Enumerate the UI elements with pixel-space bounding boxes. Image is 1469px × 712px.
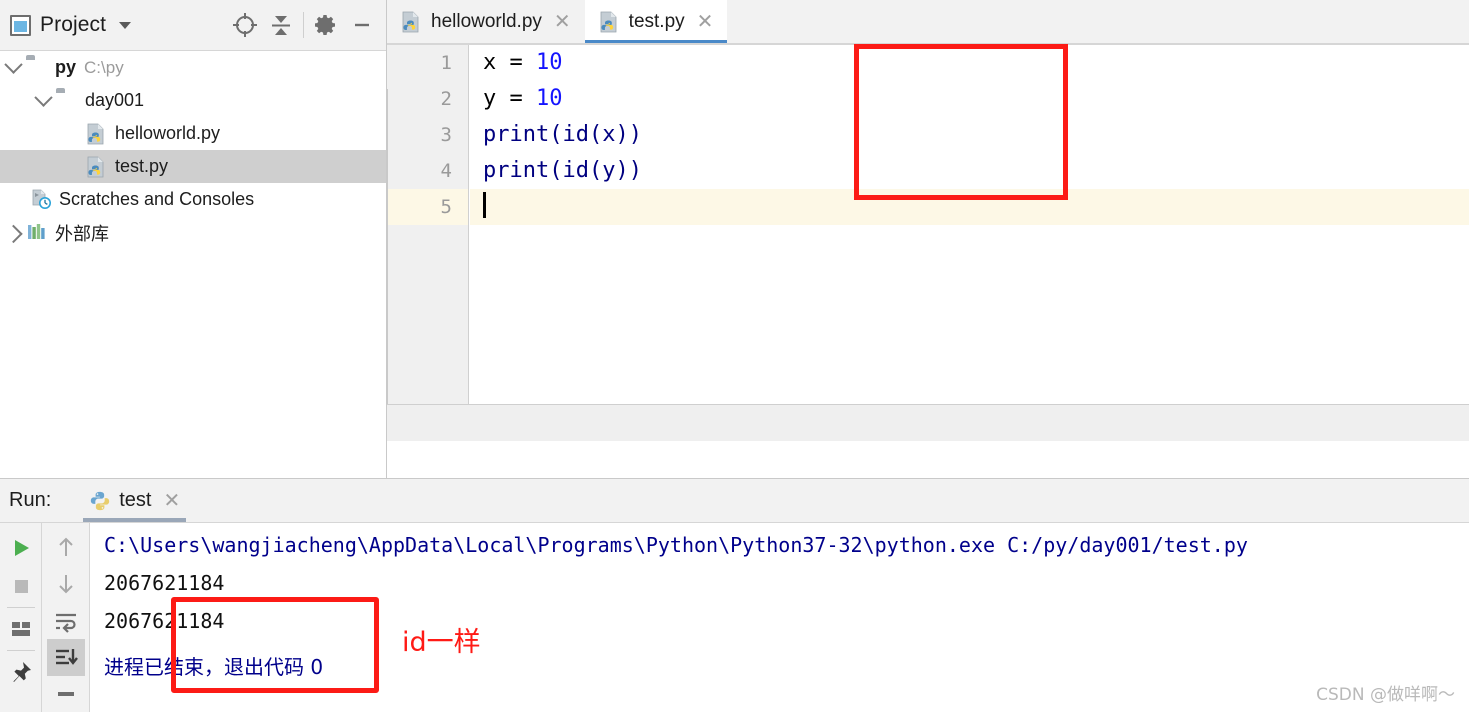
expand-toggle-day001[interactable] (30, 84, 56, 117)
code-function-call: print(id(x)) (483, 122, 642, 147)
line-number-current: 5 (387, 189, 468, 225)
close-icon[interactable]: ✕ (697, 12, 714, 32)
layout-button[interactable] (2, 610, 40, 648)
project-toolbar (227, 0, 380, 50)
code-function-call: print(id(y)) (483, 158, 642, 183)
project-panel: Project py C:\py day001 helloworld.py te… (0, 0, 387, 478)
pin-tab-button[interactable] (2, 653, 40, 691)
expand-toggle-py[interactable] (0, 51, 26, 84)
tree-item-scratches-and-consoles[interactable]: Scratches and Consoles (0, 183, 386, 216)
line-number: 1 (440, 52, 452, 74)
chevron-down-icon[interactable] (119, 21, 132, 29)
run-tab-test[interactable]: test ✕ (79, 479, 190, 522)
annotation-note-id-same: id一样 (402, 627, 481, 658)
console-output-line: 2067621184 (104, 609, 225, 633)
python-file-icon (86, 156, 108, 178)
code-lines[interactable]: x = 10 y = 10 print(id(x)) print(id(y)) (470, 45, 1469, 441)
toolbar-divider (6, 607, 35, 608)
code-text-plain: y = (483, 86, 536, 111)
code-line-4: print(id(y)) (470, 153, 1469, 189)
run-tab-label: test (119, 489, 152, 511)
external-libraries-icon (26, 222, 48, 244)
scratches-icon (30, 189, 52, 211)
line-number: 3 (440, 124, 452, 146)
project-panel-header: Project (0, 0, 386, 51)
editor-left-border (387, 89, 388, 404)
hide-panel-icon[interactable] (344, 7, 380, 43)
run-body: C:\Users\wangjiacheng\AppData\Local\Prog… (0, 523, 1469, 712)
toolbar-divider (6, 650, 35, 651)
tab-label: helloworld.py (431, 11, 542, 32)
code-number-literal: 10 (535, 86, 563, 111)
console-command-line: C:\Users\wangjiacheng\AppData\Local\Prog… (104, 533, 1248, 557)
scroll-to-end-button[interactable] (46, 639, 85, 677)
scroll-down-button[interactable] (47, 566, 85, 603)
tab-helloworld-py[interactable]: helloworld.py ✕ (387, 0, 585, 44)
code-line-1: x = 10 (470, 45, 1469, 81)
tree-label: day001 (85, 90, 145, 110)
run-console-toolbar (42, 523, 90, 712)
run-left-toolbar (0, 523, 42, 712)
stop-button[interactable] (2, 567, 40, 605)
tree-item-day001[interactable]: day001 (0, 84, 386, 117)
text-caret (483, 192, 486, 218)
line-number-gutter: 1 2 3 4 5 (387, 45, 469, 441)
line-number: 4 (440, 160, 452, 182)
settings-gear-icon[interactable] (308, 7, 344, 43)
tree-label: py (55, 57, 77, 77)
close-icon[interactable]: ✕ (164, 491, 181, 511)
csdn-watermark: CSDN @做咩啊～ (1316, 685, 1455, 705)
tree-item-external-libraries[interactable]: 外部库 (0, 216, 386, 249)
project-window-icon (10, 14, 31, 36)
project-title-group[interactable]: Project (10, 13, 132, 37)
locate-target-icon[interactable] (227, 7, 263, 43)
folder-module-icon (56, 92, 78, 114)
expand-toggle-external-libraries[interactable] (0, 216, 26, 249)
tree-label: helloworld.py (115, 123, 221, 143)
tree-item-py[interactable]: py C:\py (0, 51, 386, 84)
code-text-plain: x = (483, 50, 536, 75)
code-line-3: print(id(x)) (470, 117, 1469, 153)
tree-label: 外部库 (55, 223, 109, 244)
tree-label: Scratches and Consoles (59, 189, 255, 209)
soft-wrap-button[interactable] (47, 603, 85, 640)
run-label: Run: (9, 489, 52, 511)
run-console-output[interactable]: C:\Users\wangjiacheng\AppData\Local\Prog… (90, 523, 1469, 712)
code-editor[interactable]: 1 2 3 4 5 x = 10 y = 10 print(id(x)) pri… (387, 44, 1469, 441)
editor-tab-bar: helloworld.py ✕ test.py ✕ (387, 0, 1469, 44)
editor-area: helloworld.py ✕ test.py ✕ 1 2 3 4 5 x = … (387, 0, 1469, 478)
project-tree: py C:\py day001 helloworld.py test.py Sc… (0, 51, 386, 249)
print-button[interactable] (47, 676, 85, 712)
tree-label: test.py (115, 156, 169, 176)
collapse-all-icon[interactable] (263, 7, 299, 43)
tab-test-py[interactable]: test.py ✕ (584, 0, 728, 44)
python-file-icon (401, 11, 423, 33)
line-number: 2 (440, 88, 452, 110)
scroll-up-button[interactable] (47, 529, 85, 566)
console-output-line: 2067621184 (104, 571, 225, 595)
pycharm-window: Project py C:\py day001 helloworld.py te… (0, 0, 1469, 712)
python-file-icon (599, 11, 621, 33)
tree-item-helloworld-py[interactable]: helloworld.py (0, 117, 386, 150)
project-panel-title: Project (40, 13, 107, 36)
code-line-5 (470, 189, 1469, 225)
code-line-2: y = 10 (470, 81, 1469, 117)
python-file-icon (86, 123, 108, 145)
toolbar-divider (303, 12, 304, 38)
tree-secondary-path: C:\py (84, 57, 124, 77)
folder-icon (26, 59, 48, 81)
python-icon (89, 490, 111, 512)
close-icon[interactable]: ✕ (554, 12, 571, 32)
tree-item-test-py[interactable]: test.py (0, 150, 386, 183)
run-tool-window: Run: test ✕ C:\Users\wangjiacheng\AppDat… (0, 478, 1469, 712)
editor-bottom-strip (387, 404, 1469, 441)
console-exit-message: 进程已结束，退出代码 0 (104, 655, 324, 679)
run-tool-window-header: Run: test ✕ (0, 479, 1469, 523)
tab-label: test.py (628, 11, 685, 32)
code-number-literal: 10 (535, 50, 563, 75)
rerun-button[interactable] (2, 529, 40, 567)
